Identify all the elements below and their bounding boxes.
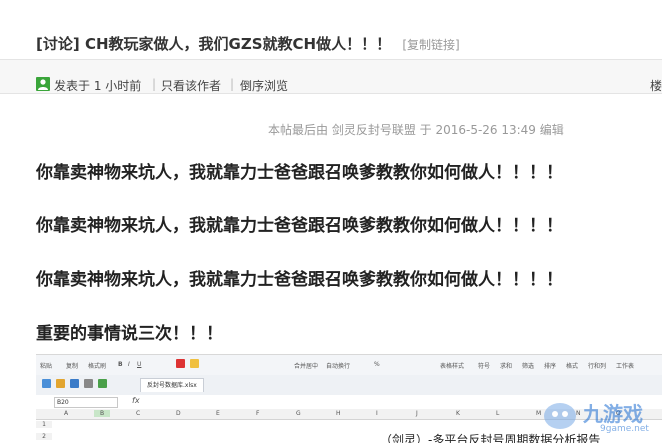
post-line: 你靠卖神物来坑人，我就靠力士爸爸跟召唤爹教教你如何做人！！！！ <box>36 163 563 183</box>
cell-reference: B20 <box>54 397 118 408</box>
column-header: E <box>216 410 220 417</box>
ribbon-item: 格式刷 <box>88 363 107 370</box>
thread-title-text: CH教玩家做人，我们GZS就教CH做人！！！ <box>84 35 392 53</box>
save-icon <box>70 379 79 388</box>
copy-link-button[interactable]: [复制链接] <box>402 38 459 52</box>
ribbon-item: 合并居中 <box>294 363 319 370</box>
preview-icon <box>98 379 107 388</box>
ribbon-item: 粘贴 <box>40 363 53 370</box>
thread-title: [讨论] CH教玩家做人，我们GZS就教CH做人！！！ [复制链接] <box>36 33 460 54</box>
spreadsheet-ribbon: 粘贴 复制 格式刷 B I U 合并居中 自动换行 % 表格样式 符号 求和 筛… <box>36 355 662 376</box>
thread-tag[interactable]: [讨论] <box>36 35 80 53</box>
divider: | <box>152 77 157 91</box>
floor-label: 楼 <box>649 79 662 93</box>
ribbon-item: 工作表 <box>616 363 635 370</box>
edit-note: 本帖最后由 剑灵反封号联盟 于 2016-5-26 13:49 编辑 <box>268 123 564 137</box>
column-header: J <box>416 410 418 417</box>
new-file-icon <box>42 379 51 388</box>
fx-icon: fx <box>132 396 140 405</box>
watermark-url: 9game.net <box>600 424 649 434</box>
print-icon <box>84 379 93 388</box>
ribbon-item: 筛选 <box>522 363 535 370</box>
post-line: 重要的事情说三次！！！ <box>36 324 223 344</box>
user-icon <box>36 77 50 91</box>
post-line: 你靠卖神物来坑人，我就靠力士爸爸跟召唤爹教教你如何做人！！！！ <box>36 216 563 236</box>
column-header: A <box>64 410 69 417</box>
column-header: L <box>496 410 500 417</box>
column-header: C <box>136 410 141 417</box>
ribbon-item: I <box>128 361 130 368</box>
ribbon-item: B <box>118 361 123 368</box>
ribbon-item: 自动换行 <box>326 363 351 370</box>
row-number: 1 <box>36 421 52 428</box>
font-color-icon <box>176 359 185 368</box>
ribbon-item: 符号 <box>478 363 491 370</box>
post-time: 发表于 1 小时前 <box>54 79 142 93</box>
column-header: D <box>176 410 181 417</box>
ribbon-item: 复制 <box>66 363 79 370</box>
ribbon-item: % <box>374 361 380 368</box>
column-header: B <box>94 410 111 417</box>
ribbon-item: 表格样式 <box>440 363 465 370</box>
open-folder-icon <box>56 379 65 388</box>
divider: | <box>230 77 235 91</box>
ribbon-item: 行和列 <box>588 363 607 370</box>
fill-color-icon <box>190 359 199 368</box>
column-header: H <box>336 410 341 417</box>
column-header: F <box>256 410 260 417</box>
ribbon-item: 格式 <box>566 363 579 370</box>
reverse-order-link[interactable]: 倒序浏览 <box>240 77 288 94</box>
ribbon-item: 排序 <box>544 363 557 370</box>
only-author-link[interactable]: 只看该作者 <box>161 77 221 94</box>
column-header: I <box>376 410 378 417</box>
row-number: 2 <box>36 433 52 440</box>
watermark-text: 九游戏 <box>583 402 643 426</box>
ribbon-item: U <box>137 361 142 368</box>
post-line: 你靠卖神物来坑人，我就靠力士爸爸跟召唤爹教教你如何做人！！！！ <box>36 270 563 290</box>
ribbon-item: 求和 <box>500 363 513 370</box>
workbook-tab: 反封号数据库.xlsx <box>140 378 204 392</box>
column-header: G <box>296 410 301 417</box>
column-header: K <box>456 410 460 417</box>
